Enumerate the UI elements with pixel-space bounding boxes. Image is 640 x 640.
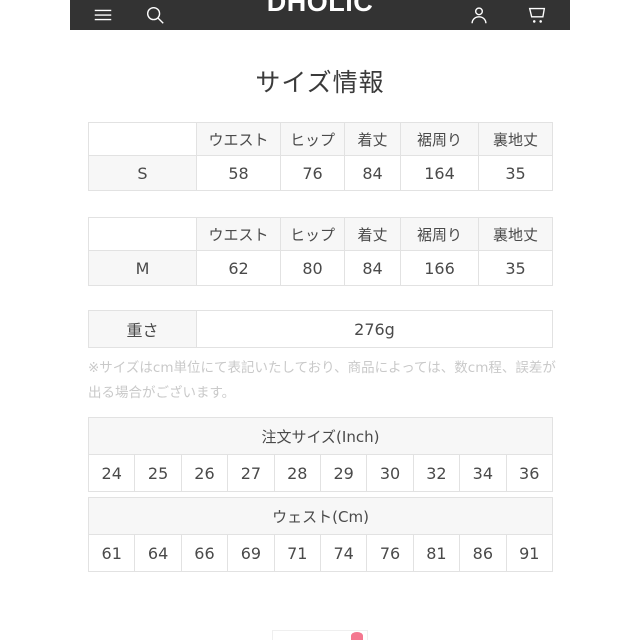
- cm-table-title: ウェスト(Cm): [87, 497, 554, 535]
- value-lining: 35: [478, 250, 553, 286]
- value-lining: 35: [478, 155, 553, 191]
- inch-value: 32: [412, 454, 461, 492]
- cm-value: 74: [319, 534, 368, 572]
- cm-value: 86: [459, 534, 507, 572]
- value-length: 84: [344, 155, 401, 191]
- nav-left-group: [92, 4, 166, 26]
- inch-value: 26: [180, 454, 229, 492]
- table-row: 61 64 66 69 71 74 76 81 86 91: [87, 534, 554, 572]
- corner-cell: [88, 122, 197, 156]
- inch-value: 34: [459, 454, 507, 492]
- column-header-lining: 裏地丈: [478, 122, 553, 156]
- cm-value: 69: [227, 534, 275, 572]
- table-header-row: ウエスト ヒップ 着丈 裾周り 裏地丈: [88, 122, 553, 156]
- column-header-lining: 裏地丈: [478, 217, 553, 251]
- accent-marker-icon: [351, 631, 363, 640]
- table-row: 24 25 26 27 28 29 30 32 34 36: [87, 454, 553, 492]
- cm-value: 76: [366, 534, 414, 572]
- column-header-waist: ウエスト: [196, 217, 281, 251]
- weight-value: 276g: [196, 310, 553, 348]
- inch-value: 24: [87, 454, 136, 492]
- table-row: 重さ 276g: [88, 310, 553, 348]
- column-header-hip: ヒップ: [280, 122, 345, 156]
- value-waist: 58: [196, 155, 281, 191]
- size-label: M: [88, 250, 197, 286]
- value-length: 84: [344, 250, 401, 286]
- value-hem: 164: [400, 155, 479, 191]
- size-label: S: [88, 155, 197, 191]
- waist-cm-table: ウェスト(Cm) 61 64 66 69 71 74 76 81 86 91: [87, 497, 554, 572]
- table-title-row: ウェスト(Cm): [87, 497, 554, 535]
- value-hem: 166: [400, 250, 479, 286]
- search-icon[interactable]: [144, 4, 166, 26]
- page-title: サイズ情報: [255, 68, 385, 97]
- cm-value: 91: [505, 534, 554, 572]
- size-disclaimer-note: ※サイズはcm単位にて表記いたしており、商品によっては、数cm程、誤差が出る場合…: [88, 360, 556, 401]
- weight-label: 重さ: [88, 310, 197, 348]
- cm-value: 61: [87, 534, 136, 572]
- value-hip: 80: [280, 250, 345, 286]
- inch-value: 27: [227, 454, 275, 492]
- inch-value: 25: [134, 454, 182, 492]
- table-title-row: 注文サイズ(Inch): [88, 417, 553, 455]
- hamburger-menu-icon[interactable]: [92, 4, 114, 26]
- column-header-waist: ウエスト: [196, 122, 281, 156]
- size-table-s: ウエスト ヒップ 着丈 裾周り 裏地丈 S 58 76 84 164 35: [88, 122, 553, 191]
- table-header-row: ウエスト ヒップ 着丈 裾周り 裏地丈: [88, 217, 553, 251]
- inch-value: 36: [505, 454, 553, 492]
- account-icon[interactable]: [468, 4, 490, 26]
- value-hip: 76: [280, 155, 345, 191]
- shopping-cart-icon[interactable]: [526, 4, 548, 26]
- cm-value: 71: [273, 534, 321, 572]
- nav-right-group: [468, 4, 548, 26]
- table-row: M 62 80 84 166 35: [88, 250, 553, 286]
- size-table-m: ウエスト ヒップ 着丈 裾周り 裏地丈 M 62 80 84 166 35: [88, 217, 553, 286]
- cm-value: 66: [180, 534, 229, 572]
- cm-value: 81: [412, 534, 461, 572]
- cm-value: 64: [134, 534, 182, 572]
- column-header-length: 着丈: [344, 217, 401, 251]
- value-waist: 62: [196, 250, 281, 286]
- inch-value: 28: [273, 454, 321, 492]
- weight-table: 重さ 276g: [88, 310, 553, 348]
- inch-value: 30: [366, 454, 414, 492]
- column-header-length: 着丈: [344, 122, 401, 156]
- inch-table-title: 注文サイズ(Inch): [88, 417, 553, 455]
- order-size-inch-table: 注文サイズ(Inch) 24 25 26 27 28 29 30 32 34 3…: [87, 417, 553, 492]
- column-header-hip: ヒップ: [280, 217, 345, 251]
- corner-cell: [88, 217, 197, 251]
- bottom-cutoff-element[interactable]: [272, 630, 368, 640]
- inch-value: 29: [319, 454, 368, 492]
- top-navigation-bar: DHOLIC: [70, 0, 570, 30]
- table-row: S 58 76 84 164 35: [88, 155, 553, 191]
- column-header-hem: 裾周り: [400, 122, 479, 156]
- column-header-hem: 裾周り: [400, 217, 479, 251]
